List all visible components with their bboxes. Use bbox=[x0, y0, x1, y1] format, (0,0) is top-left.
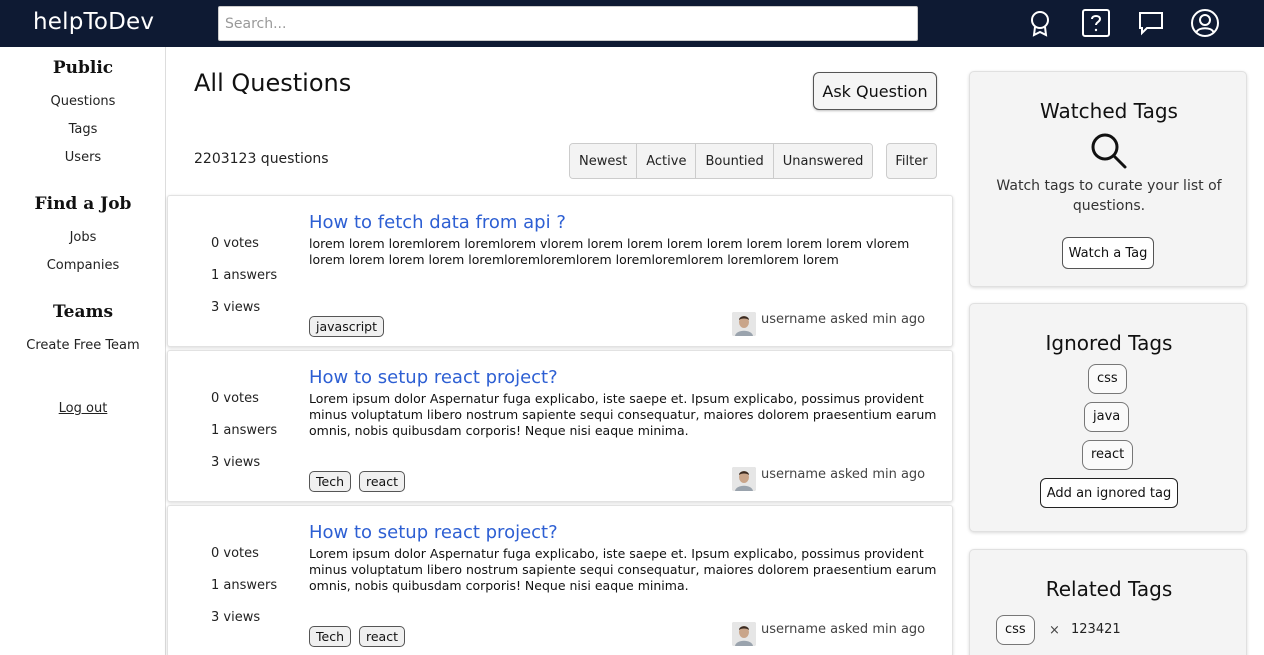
answer-count: 1 answers bbox=[211, 268, 278, 283]
ask-question-button[interactable]: Ask Question bbox=[813, 72, 937, 110]
sidebar-item-create-free-team[interactable]: Create Free Team bbox=[0, 338, 166, 353]
question-card: 0 votes 1 answers 3 views How to fetch d… bbox=[167, 195, 953, 347]
sidebar-item-questions[interactable]: Questions bbox=[0, 94, 166, 109]
search-input[interactable] bbox=[218, 6, 918, 41]
watch-tag-button[interactable]: Watch a Tag bbox=[1062, 237, 1154, 269]
question-tags: Tech react bbox=[309, 626, 405, 647]
ignored-tag-react[interactable]: react bbox=[1082, 440, 1134, 470]
sort-tabs: Newest Active Bountied Unanswered bbox=[569, 143, 874, 179]
tab-newest[interactable]: Newest bbox=[570, 144, 638, 178]
vote-count: 0 votes bbox=[211, 236, 259, 251]
question-count: 2203123 questions bbox=[194, 151, 329, 167]
related-tags-panel: Related Tags css × 123421 bbox=[969, 549, 1247, 655]
sidebar-heading-find-a-job: Find a Job bbox=[34, 194, 132, 214]
left-sidebar: Public Questions Tags Users Find a Job J… bbox=[0, 47, 166, 655]
profile-icon[interactable] bbox=[1190, 8, 1220, 38]
vote-count: 0 votes bbox=[211, 391, 259, 406]
sidebar-item-users[interactable]: Users bbox=[0, 150, 166, 165]
question-card: 0 votes 1 answers 3 views How to setup r… bbox=[167, 505, 953, 655]
top-bar: helpToDev bbox=[0, 0, 1264, 47]
achievements-icon[interactable] bbox=[1025, 8, 1055, 38]
view-count: 3 views bbox=[211, 455, 261, 470]
multiply-sign: × bbox=[1049, 623, 1060, 638]
question-excerpt: Lorem ipsum dolor Aspernatur fuga explic… bbox=[309, 546, 937, 593]
watched-tags-title: Watched Tags bbox=[1040, 99, 1178, 123]
sidebar-item-tags[interactable]: Tags bbox=[0, 122, 166, 137]
tag-react[interactable]: react bbox=[359, 471, 405, 492]
watched-tags-description: Watch tags to curate your list of questi… bbox=[996, 178, 1222, 214]
help-icon[interactable] bbox=[1081, 8, 1111, 38]
ignored-tag-java[interactable]: java bbox=[1084, 402, 1130, 432]
ignored-tag-css[interactable]: css bbox=[1088, 364, 1127, 394]
watched-tags-panel: Watched Tags Watch tags to curate your l… bbox=[969, 71, 1247, 287]
answer-count: 1 answers bbox=[211, 578, 278, 593]
question-title-link[interactable]: How to setup react project? bbox=[309, 522, 558, 543]
related-tags-title: Related Tags bbox=[1045, 577, 1173, 601]
tab-active[interactable]: Active bbox=[637, 144, 697, 178]
ignored-tags-panel: Ignored Tags css java react Add an ignor… bbox=[969, 303, 1247, 532]
question-title-link[interactable]: How to setup react project? bbox=[309, 367, 558, 388]
question-card: 0 votes 1 answers 3 views How to setup r… bbox=[167, 350, 953, 502]
add-ignored-tag-button[interactable]: Add an ignored tag bbox=[1040, 478, 1178, 508]
related-tag-count: 123421 bbox=[1071, 622, 1121, 637]
brand-logo[interactable]: helpToDev bbox=[33, 9, 154, 35]
search-icon bbox=[1090, 132, 1128, 170]
question-tags: javascript bbox=[309, 316, 385, 337]
sidebar-item-companies[interactable]: Companies bbox=[0, 258, 166, 273]
question-author: username asked min ago bbox=[732, 622, 925, 646]
asked-text: username asked min ago bbox=[761, 622, 926, 637]
avatar[interactable] bbox=[732, 467, 756, 491]
avatar[interactable] bbox=[732, 622, 756, 646]
vote-count: 0 votes bbox=[211, 546, 259, 561]
inbox-icon[interactable] bbox=[1136, 8, 1166, 38]
sidebar-heading-public: Public bbox=[52, 58, 114, 78]
avatar[interactable] bbox=[732, 312, 756, 336]
tag-tech[interactable]: Tech bbox=[309, 626, 351, 647]
question-excerpt: lorem lorem loremlorem loremlorem vlorem… bbox=[309, 236, 910, 267]
page-title: All Questions bbox=[194, 69, 352, 97]
tab-unanswered[interactable]: Unanswered bbox=[773, 144, 873, 178]
question-author: username asked min ago bbox=[732, 312, 925, 336]
sidebar-item-jobs[interactable]: Jobs bbox=[0, 230, 166, 245]
asked-text: username asked min ago bbox=[761, 467, 926, 482]
tag-javascript[interactable]: javascript bbox=[309, 316, 385, 337]
tab-bountied[interactable]: Bountied bbox=[696, 144, 774, 178]
related-tag-css[interactable]: css bbox=[996, 615, 1035, 645]
question-tags: Tech react bbox=[309, 471, 405, 492]
view-count: 3 views bbox=[211, 610, 261, 625]
question-excerpt: Lorem ipsum dolor Aspernatur fuga explic… bbox=[309, 391, 937, 438]
tag-tech[interactable]: Tech bbox=[309, 471, 351, 492]
filter-button[interactable]: Filter bbox=[886, 143, 937, 179]
asked-text: username asked min ago bbox=[761, 312, 926, 327]
view-count: 3 views bbox=[211, 300, 261, 315]
question-author: username asked min ago bbox=[732, 467, 925, 491]
question-title-link[interactable]: How to fetch data from api ? bbox=[309, 212, 566, 233]
ignored-tags-title: Ignored Tags bbox=[1045, 331, 1173, 355]
sidebar-heading-teams: Teams bbox=[52, 302, 114, 322]
logout-link[interactable]: Log out bbox=[0, 401, 166, 416]
answer-count: 1 answers bbox=[211, 423, 278, 438]
tag-react[interactable]: react bbox=[359, 626, 405, 647]
